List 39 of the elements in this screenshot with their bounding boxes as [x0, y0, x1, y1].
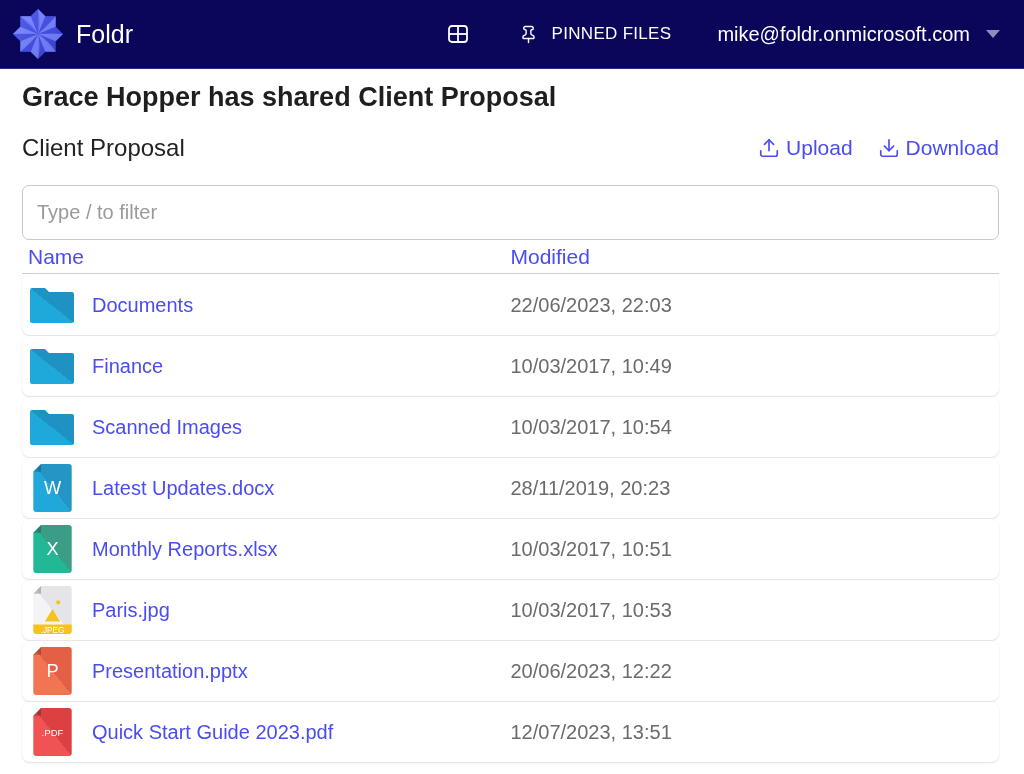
- pinned-files-link[interactable]: PINNED FILES: [518, 24, 672, 44]
- modified-date: 10/03/2017, 10:54: [510, 415, 672, 439]
- file-name-link[interactable]: Monthly Reports.xlsx: [92, 537, 278, 561]
- grid-icon: [447, 25, 468, 43]
- modified-date: 20/06/2023, 12:22: [510, 659, 672, 683]
- modified-date: 10/03/2017, 10:53: [510, 598, 672, 622]
- folder-name: Client Proposal: [22, 134, 185, 162]
- folder-icon: [30, 348, 74, 384]
- column-header[interactable]: Name: [28, 245, 85, 269]
- caret-icon: [986, 30, 1000, 38]
- file-name-link[interactable]: Scanned Images: [92, 415, 243, 439]
- page-title: Grace Hopper has shared Client Proposal: [22, 81, 558, 114]
- modified-date: 28/11/2019, 20:23: [510, 476, 671, 500]
- download-link[interactable]: Download: [877, 136, 999, 160]
- file-icon: X: [32, 525, 72, 573]
- modified-date: 22/06/2023, 22:03: [510, 293, 672, 317]
- file-name-link[interactable]: Quick Start Guide 2023.pdf: [92, 720, 334, 744]
- file-name-link[interactable]: Paris.jpg: [92, 598, 170, 622]
- file-name-link[interactable]: Documents: [92, 293, 194, 317]
- upload-link[interactable]: Upload: [758, 136, 853, 160]
- file-name-link[interactable]: Latest Updates.docx: [92, 476, 275, 500]
- file-name-link[interactable]: Presentation.pptx: [92, 659, 248, 683]
- download-icon: [877, 137, 900, 159]
- file-icon: W: [32, 464, 72, 512]
- filter-field[interactable]: Type / to filter: [22, 185, 999, 240]
- modified-date: 10/03/2017, 10:49: [510, 354, 672, 378]
- apps-grid-button[interactable]: [447, 25, 468, 43]
- folder-icon: [30, 287, 74, 323]
- column-header[interactable]: Modified: [510, 245, 590, 269]
- file-icon: P: [32, 647, 72, 695]
- upload-icon: [758, 137, 781, 159]
- account-menu-button[interactable]: mike@foldr.onmicrosoft.com: [717, 22, 1000, 46]
- modified-date: 10/03/2017, 10:51: [510, 537, 672, 561]
- logo: [12, 8, 64, 60]
- file-name-link[interactable]: Finance: [92, 354, 164, 378]
- folder-icon: [30, 409, 74, 445]
- modified-date: 12/07/2023, 13:51: [510, 720, 672, 744]
- file-icon: .PDF: [32, 708, 72, 756]
- app-name: Foldr: [76, 19, 133, 49]
